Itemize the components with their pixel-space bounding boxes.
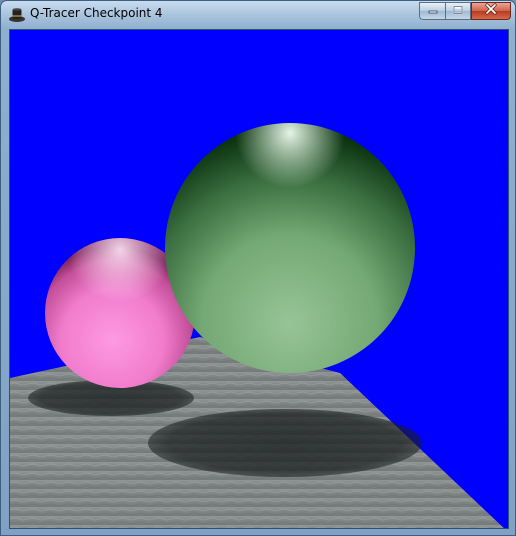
close-icon bbox=[484, 2, 498, 20]
app-window: Q-Tracer Checkpoint 4 bbox=[0, 0, 516, 536]
render-viewport[interactable] bbox=[9, 29, 509, 529]
app-icon[interactable] bbox=[8, 6, 26, 24]
minimize-button[interactable] bbox=[419, 2, 445, 20]
green-sphere bbox=[165, 123, 415, 373]
window-title: Q-Tracer Checkpoint 4 bbox=[30, 6, 163, 20]
maximize-button[interactable] bbox=[445, 2, 471, 20]
title-bar[interactable]: Q-Tracer Checkpoint 4 bbox=[1, 1, 515, 29]
maximize-icon bbox=[452, 2, 464, 20]
minimize-icon bbox=[427, 2, 439, 20]
green-sphere-shadow bbox=[148, 409, 422, 477]
close-button[interactable] bbox=[471, 2, 511, 20]
